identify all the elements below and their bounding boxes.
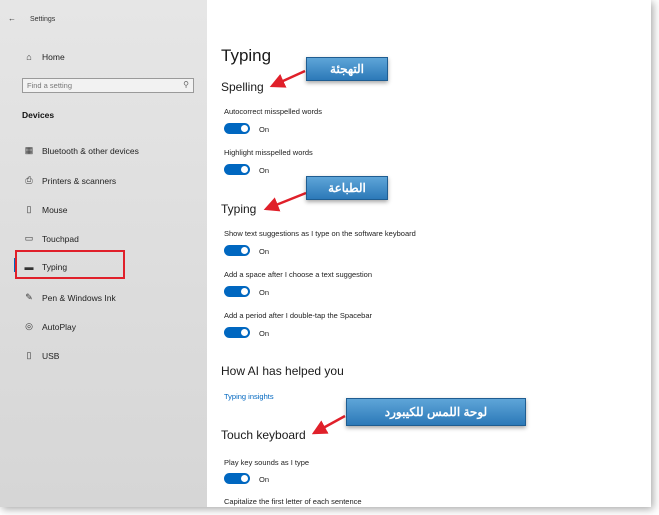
- typing-arrow: [263, 191, 307, 212]
- touch-callout: لوحة اللمس للكيبورد: [346, 398, 526, 426]
- spelling-arrow: [269, 69, 306, 88]
- touch-arrow: [311, 414, 346, 435]
- spelling-callout: التهجئة: [306, 57, 388, 81]
- typing-callout: الطباعة: [306, 176, 388, 200]
- settings-window: ← Settings ⌂ Home Find a setting ⚲ Devic…: [0, 0, 651, 507]
